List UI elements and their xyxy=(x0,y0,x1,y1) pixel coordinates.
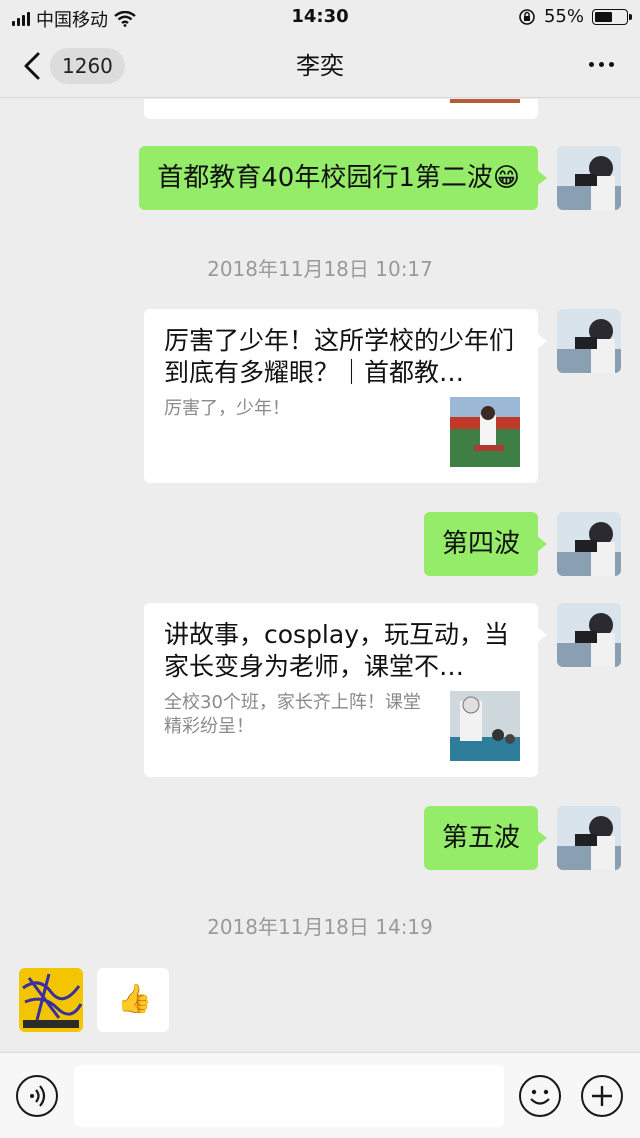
contact-avatar[interactable] xyxy=(19,968,83,1032)
more-options-icon[interactable] xyxy=(589,62,614,67)
my-avatar[interactable] xyxy=(557,309,621,373)
unread-count-badge[interactable]: 1260 xyxy=(50,48,125,84)
thumbs-up-emoji: 👍 xyxy=(117,982,152,1015)
my-avatar[interactable] xyxy=(557,603,621,667)
status-right: 55% xyxy=(518,6,632,27)
card-thumbnail xyxy=(450,397,520,467)
status-bar: 中国移动 14:30 55% xyxy=(0,0,640,34)
battery-icon xyxy=(592,8,632,25)
voice-input-button[interactable] xyxy=(16,1075,58,1117)
my-avatar[interactable] xyxy=(557,806,621,870)
my-avatar[interactable] xyxy=(557,146,621,210)
card-description: 厉害了，少年！ xyxy=(164,398,290,419)
sent-message[interactable]: 第四波 xyxy=(423,512,548,576)
more-functions-button[interactable] xyxy=(581,1075,623,1117)
emoji-button[interactable] xyxy=(519,1075,561,1117)
sent-message[interactable]: 第五波 xyxy=(423,806,548,870)
card-description: 全校30个班，家长齐上阵！课堂精彩纷呈！ xyxy=(164,692,421,737)
back-chevron-icon[interactable] xyxy=(18,48,48,84)
my-avatar[interactable] xyxy=(557,512,621,576)
card-title: 厉害了少年！这所学校的少年们到底有多耀眼？｜首都教… xyxy=(164,326,515,387)
message-list[interactable]: 首都教育40年校园行1第二波😁 2018年11月18日 10:17 厉害了少年！… xyxy=(0,99,640,1052)
message-input[interactable] xyxy=(74,1065,504,1127)
plus-icon xyxy=(592,1086,612,1106)
battery-percent: 55% xyxy=(543,6,584,27)
timestamp: 2018年11月18日 14:19 xyxy=(207,915,433,939)
sent-message[interactable]: 首都教育40年校园行1第二波😁 xyxy=(139,146,547,210)
card-thumbnail xyxy=(450,691,520,761)
input-bar xyxy=(0,1052,640,1138)
partial-link-card[interactable] xyxy=(144,99,538,119)
message-text: 首都教育40年校园行1第二波😁 xyxy=(157,163,520,193)
message-text: 第四波 xyxy=(441,529,520,559)
chat-header: 李奕 1260 xyxy=(0,34,640,98)
link-card[interactable]: 厉害了少年！这所学校的少年们到底有多耀眼？｜首都教… 厉害了，少年！ xyxy=(144,309,547,483)
card-title: 讲故事，cosplay，玩互动，当家长变身为老师，课堂不… xyxy=(164,620,509,681)
message-text: 第五波 xyxy=(441,823,520,853)
link-card[interactable]: 讲故事，cosplay，玩互动，当家长变身为老师，课堂不… 全校30个班，家长齐… xyxy=(144,603,547,777)
voice-icon xyxy=(30,1085,46,1107)
timestamp: 2018年11月18日 10:17 xyxy=(207,257,433,281)
smiley-icon xyxy=(530,1089,550,1105)
rotation-lock-icon xyxy=(519,8,535,25)
received-message[interactable]: 👍 xyxy=(97,968,169,1032)
